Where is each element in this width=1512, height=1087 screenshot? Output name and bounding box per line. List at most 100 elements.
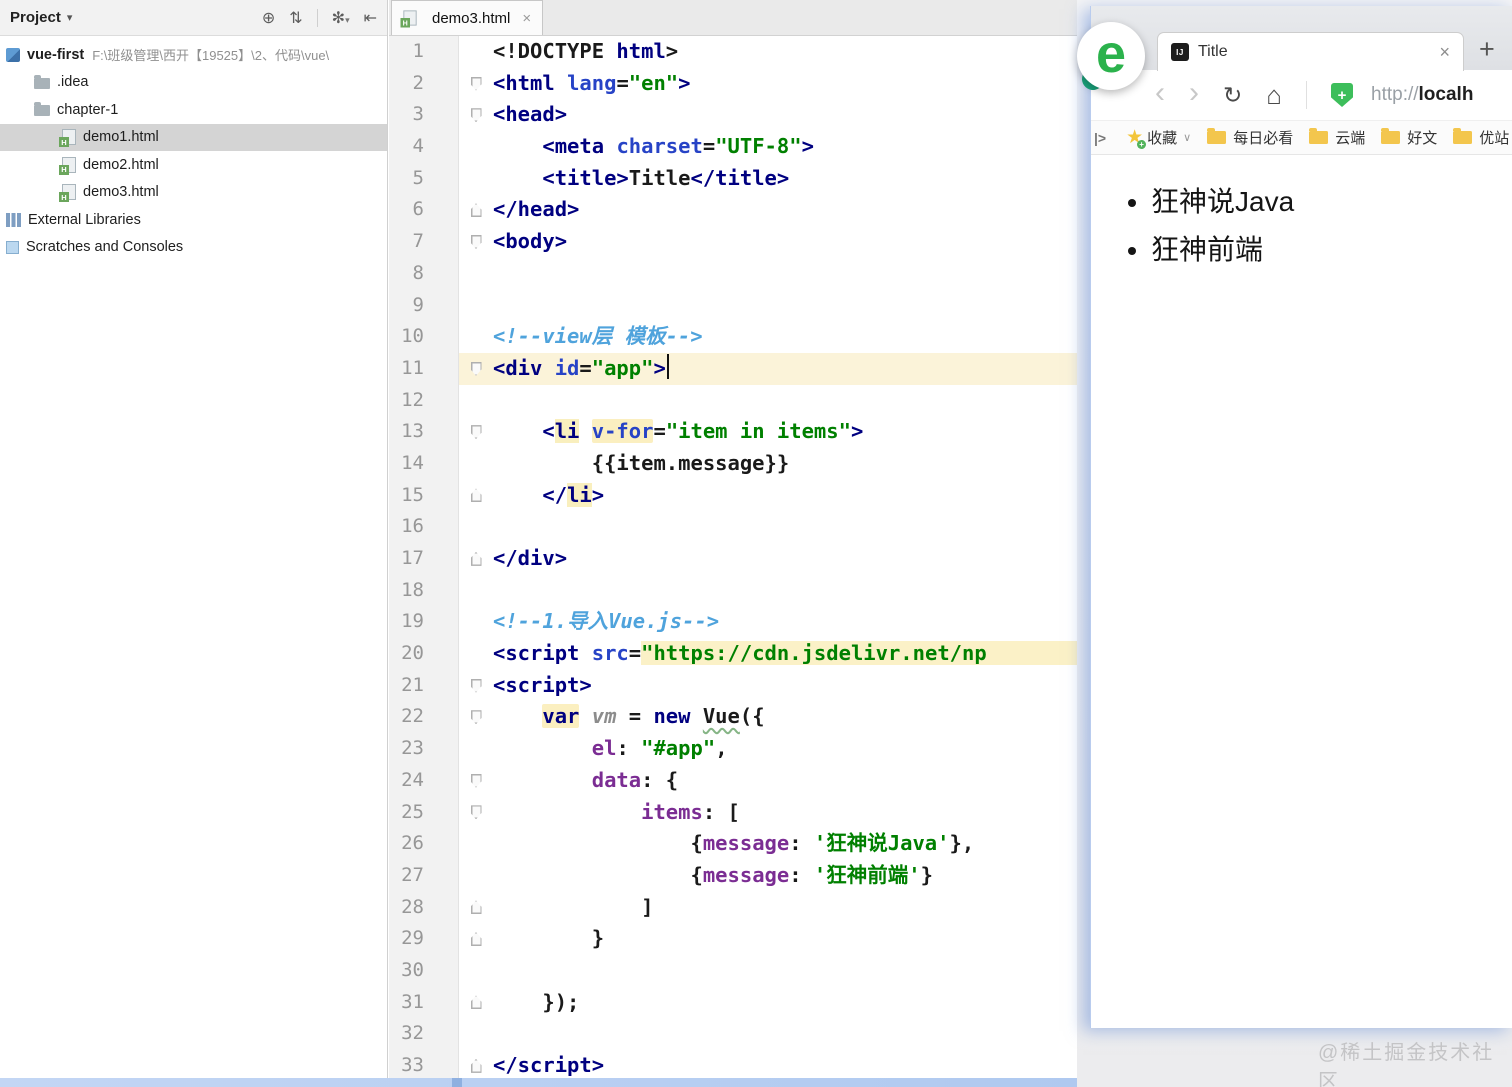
gear-icon[interactable]: ✻▾	[332, 8, 350, 28]
code-line-23[interactable]: 23 el: "#app",	[389, 733, 1077, 765]
code-line-30[interactable]: 30	[389, 954, 1077, 987]
line-number: 9	[389, 289, 459, 322]
bookmark-folder-云端[interactable]: 云端	[1309, 127, 1365, 148]
line-number: 2	[389, 67, 459, 100]
code-line-27[interactable]: 27 {message: '狂神前端'}	[389, 859, 1077, 892]
code-line-1[interactable]: 1 <!DOCTYPE html>	[389, 36, 1077, 68]
browser-tab-strip: IJ Title × +	[1091, 6, 1512, 71]
tree-item-scratches-and-consoles[interactable]: Scratches and Consoles	[0, 234, 387, 262]
fold-marker-icon[interactable]	[470, 678, 482, 693]
line-number: 17	[389, 543, 459, 575]
bookmark-folder-优站[interactable]: 优站	[1453, 127, 1509, 148]
hide-panel-icon[interactable]: ⇤	[364, 8, 377, 28]
code-line-16[interactable]: 16	[389, 511, 1077, 543]
tree-item-demo3.html[interactable]: Hdemo3.html	[0, 179, 387, 207]
fold-marker-icon[interactable]	[470, 1058, 482, 1073]
code-line-2[interactable]: 2 <html lang="en">	[389, 67, 1077, 100]
fold-marker-icon[interactable]	[470, 361, 482, 376]
back-icon[interactable]: ‹	[1155, 78, 1165, 108]
home-icon[interactable]: ⌂	[1266, 80, 1282, 111]
fold-marker-icon[interactable]	[470, 488, 482, 503]
code-line-12[interactable]: 12	[389, 384, 1077, 417]
fold-marker-icon[interactable]	[470, 932, 482, 947]
browser-logo[interactable]: e	[1077, 22, 1145, 92]
line-number: 25	[389, 796, 459, 829]
code-line-17[interactable]: 17 </div>	[389, 543, 1077, 575]
refresh-icon[interactable]: ↻	[1223, 82, 1242, 109]
tree-item-demo2.html[interactable]: Hdemo2.html	[0, 151, 387, 179]
line-number: 32	[389, 1018, 459, 1050]
new-tab-button[interactable]: +	[1479, 34, 1495, 65]
code-line-22[interactable]: 22 var vm = new Vue({	[389, 701, 1077, 734]
close-icon[interactable]: ×	[1439, 42, 1450, 63]
tree-item-demo1.html[interactable]: Hdemo1.html	[0, 123, 387, 151]
locate-icon[interactable]: ⊕	[262, 8, 275, 28]
code-line-18[interactable]: 18	[389, 574, 1077, 607]
forward-icon[interactable]: ›	[1189, 78, 1199, 108]
tree-item-.idea[interactable]: .idea	[0, 69, 387, 97]
fold-marker-icon[interactable]	[470, 234, 482, 249]
code-line-33[interactable]: 33 </script>	[389, 1050, 1077, 1078]
code-line-20[interactable]: 20 <script src="https://cdn.jsdelivr.net/…	[389, 638, 1077, 670]
editor-tab-demo3[interactable]: H demo3.html ×	[391, 0, 544, 35]
bookmark-folder-每日必看[interactable]: 每日必看	[1207, 127, 1293, 148]
tree-item-chapter-1[interactable]: chapter-1	[0, 96, 387, 124]
code-line-4[interactable]: 4 <meta charset="UTF-8">	[389, 131, 1077, 163]
fold-marker-icon[interactable]	[470, 425, 482, 440]
code-line-14[interactable]: 14 {{item.message}}	[389, 447, 1077, 480]
editor-tab-bar: H demo3.html ×	[389, 0, 1077, 36]
expand-sidebar-icon[interactable]: |>	[1094, 130, 1106, 146]
code-line-26[interactable]: 26 {message: '狂神说Java'},	[389, 828, 1077, 860]
code-line-28[interactable]: 28 ]	[389, 891, 1077, 924]
html-icon: H	[59, 129, 76, 148]
fold-marker-icon[interactable]	[470, 805, 482, 820]
code-line-24[interactable]: 24 data: {	[389, 764, 1077, 797]
fold-marker-icon[interactable]	[470, 108, 482, 123]
favorites-button[interactable]: ★ + 收藏 ∨	[1126, 127, 1199, 149]
fold-marker-icon[interactable]	[470, 995, 482, 1010]
code-line-9[interactable]: 9	[389, 289, 1077, 322]
code-line-5[interactable]: 5 <title>Title</title>	[389, 162, 1077, 195]
code-line-10[interactable]: 10 <!--view层 模板-->	[389, 321, 1077, 353]
code-line-6[interactable]: 6 </head>	[389, 194, 1077, 227]
code-line-25[interactable]: 25 items: [	[389, 796, 1077, 829]
fold-marker-icon[interactable]	[470, 710, 482, 725]
nav-divider	[1306, 81, 1307, 109]
code-line-15[interactable]: 15 </li>	[389, 479, 1077, 512]
screen: Project ▾ ⊕ ⇅ ✻▾ ⇤ vue-first F:\班级管理\西开【1…	[0, 0, 1512, 1087]
code-line-31[interactable]: 31 });	[389, 986, 1077, 1019]
browser-tab[interactable]: IJ Title ×	[1157, 32, 1464, 71]
code-line-3[interactable]: 3 <head>	[389, 99, 1077, 132]
line-number: 15	[389, 479, 459, 512]
code-line-19[interactable]: 19 <!--1.导入Vue.js-->	[389, 606, 1077, 639]
editor: H demo3.html × 1 <!DOCTYPE html> 2 <html la…	[389, 0, 1077, 1078]
address-bar[interactable]: http://localh	[1371, 84, 1473, 106]
fold-marker-icon[interactable]	[470, 203, 482, 218]
code-line-8[interactable]: 8	[389, 257, 1077, 290]
tree-item-external-libraries[interactable]: External Libraries	[0, 206, 387, 234]
code-area[interactable]: 1 <!DOCTYPE html> 2 <html lang="en"> 3 <head>…	[389, 36, 1077, 1078]
fold-marker-icon[interactable]	[470, 551, 482, 566]
code-line-32[interactable]: 32	[389, 1018, 1077, 1050]
code-line-11[interactable]: 11 <div id="app">	[389, 352, 1077, 385]
tree-item-vue-first[interactable]: vue-first F:\班级管理\西开【19525】\2、代码\vue\	[0, 41, 387, 69]
bookmark-label: 云端	[1335, 130, 1366, 147]
chevron-down-icon[interactable]: ▾	[67, 11, 73, 24]
code-line-13[interactable]: 13 <li v-for="item in items">	[389, 416, 1077, 448]
fold-marker-icon[interactable]	[470, 773, 482, 788]
close-icon[interactable]: ×	[522, 10, 531, 27]
code-line-7[interactable]: 7 <body>	[389, 226, 1077, 258]
browser-tab-title: Title	[1198, 43, 1228, 60]
ide-window: Project ▾ ⊕ ⇅ ✻▾ ⇤ vue-first F:\班级管理\西开【1…	[0, 0, 1077, 1078]
project-panel-title[interactable]: Project	[10, 9, 61, 26]
shield-plus-icon[interactable]: +	[1331, 83, 1353, 107]
code-line-21[interactable]: 21 <script>	[389, 669, 1077, 702]
star-icon: ★ +	[1126, 128, 1147, 149]
intellij-favicon-icon: IJ	[1171, 43, 1189, 61]
tree-item-label: vue-first	[27, 46, 85, 63]
collapse-all-icon[interactable]: ⇅	[289, 8, 302, 28]
bookmark-folder-好文[interactable]: 好文	[1381, 127, 1437, 148]
fold-marker-icon[interactable]	[470, 900, 482, 915]
fold-marker-icon[interactable]	[470, 76, 482, 91]
code-line-29[interactable]: 29 }	[389, 923, 1077, 955]
